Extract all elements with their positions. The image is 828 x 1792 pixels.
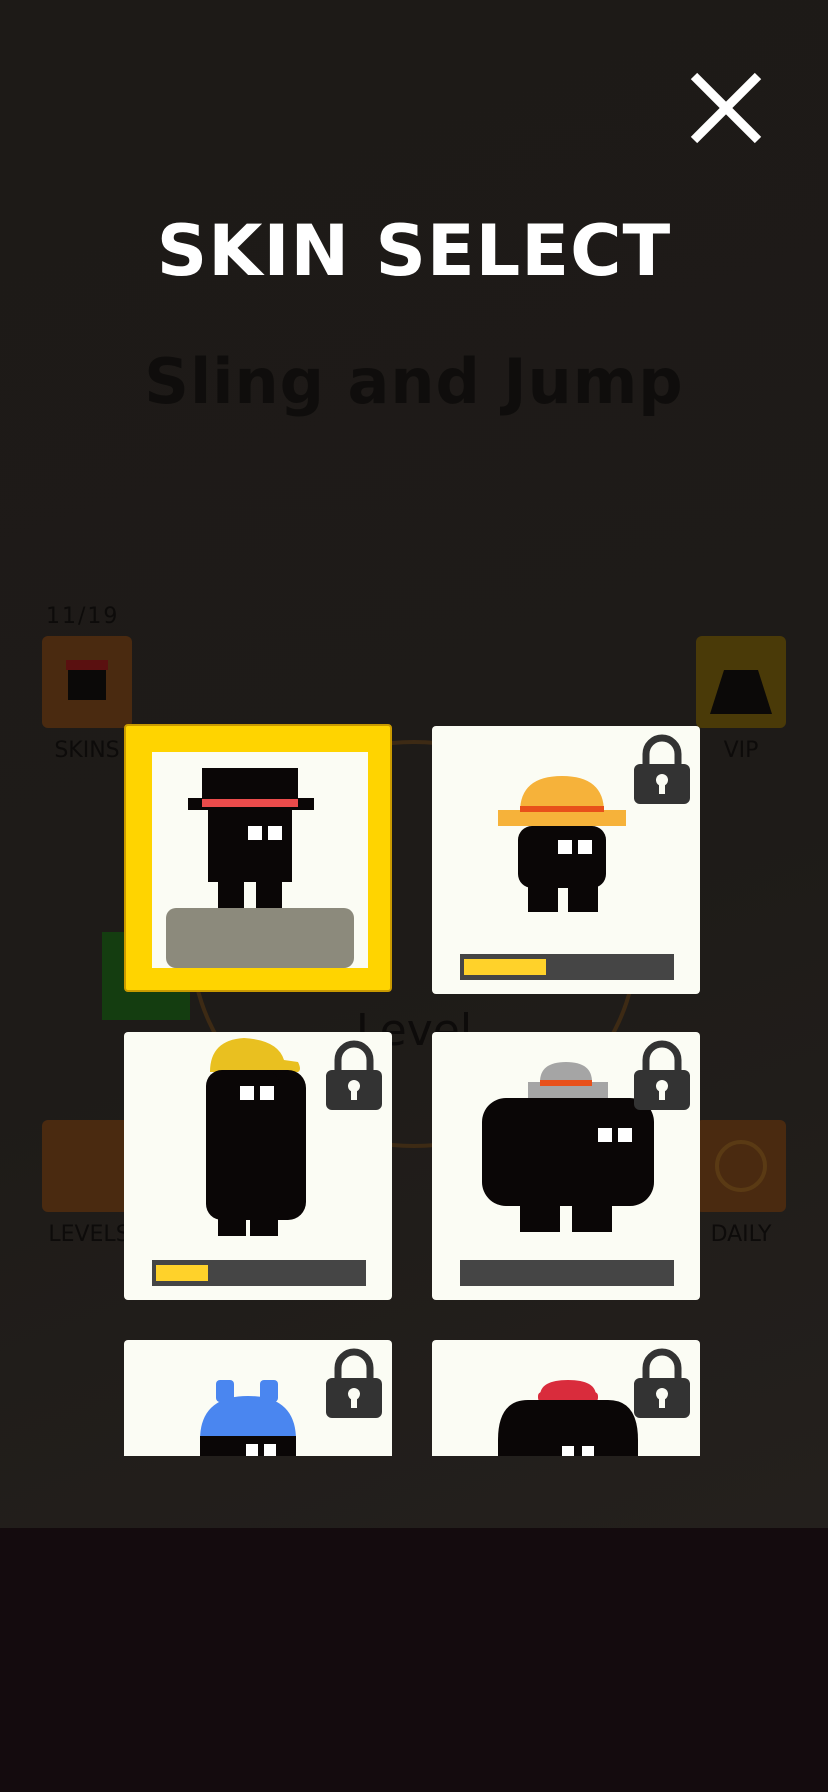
blue-helmet-character-icon bbox=[200, 1380, 296, 1456]
skins-button bbox=[42, 636, 132, 728]
skin-select-screen: Sling and Jump 11/19 SKINS VIP LEVELS DA… bbox=[0, 0, 828, 1792]
skin-progress-fill bbox=[464, 959, 546, 975]
vip-button-label: VIP bbox=[723, 738, 759, 763]
skin-progress-bar bbox=[460, 1260, 674, 1286]
skin-card-blue-helmet[interactable] bbox=[124, 1340, 392, 1456]
game-title: Sling and Jump bbox=[144, 345, 684, 418]
skin-progress-bar bbox=[460, 954, 674, 980]
levels-button bbox=[42, 1120, 132, 1212]
daily-button bbox=[696, 1120, 786, 1212]
skin-card-top-hat[interactable] bbox=[124, 724, 392, 992]
lock-icon bbox=[326, 1348, 382, 1418]
close-button[interactable] bbox=[680, 66, 770, 156]
skin-card-straw-hat[interactable] bbox=[432, 726, 700, 994]
skins-icon bbox=[66, 660, 108, 700]
skin-card-red-beret[interactable] bbox=[432, 1340, 700, 1456]
screen-title: SKIN SELECT bbox=[156, 210, 672, 292]
skin-progress-bar bbox=[152, 1260, 366, 1286]
skin-card-gray-bowler[interactable] bbox=[432, 1032, 700, 1300]
lock-icon bbox=[326, 1040, 382, 1110]
red-beret-character-icon bbox=[498, 1380, 638, 1456]
close-icon[interactable] bbox=[680, 66, 770, 156]
straw-hat-character-icon bbox=[498, 776, 626, 912]
yellow-cap-character-icon bbox=[206, 1038, 306, 1236]
skin-card-yellow-cap[interactable] bbox=[124, 1032, 392, 1300]
vip-crown-icon bbox=[710, 670, 772, 714]
top-hat-character-icon bbox=[166, 768, 354, 968]
skin-progress-fill bbox=[156, 1265, 208, 1281]
skin-grid[interactable] bbox=[124, 724, 700, 1456]
bottom-band bbox=[0, 1528, 828, 1792]
lock-icon bbox=[634, 1040, 690, 1110]
crosshair-icon bbox=[715, 1140, 767, 1192]
daily-button-label: DAILY bbox=[710, 1222, 772, 1247]
lock-icon bbox=[634, 734, 690, 804]
lock-icon bbox=[634, 1348, 690, 1418]
vip-button bbox=[696, 636, 786, 728]
skin-counter: 11/19 bbox=[46, 604, 120, 629]
